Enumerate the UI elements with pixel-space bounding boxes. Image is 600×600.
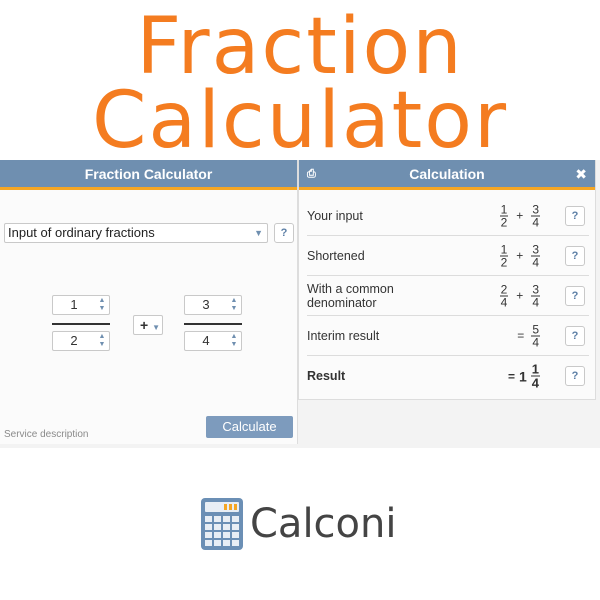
operator-value: +	[140, 317, 149, 333]
spinner-arrows-icon[interactable]: ▲ ▼	[97, 297, 107, 313]
result-row-interim: Interim result = 54 ?	[307, 316, 589, 356]
calculate-button[interactable]: Calculate	[206, 416, 293, 438]
denominator: 4	[500, 295, 508, 309]
brand-name: Calconi	[250, 501, 397, 547]
row-help-button[interactable]: ?	[565, 286, 585, 306]
denominator: 2	[500, 215, 508, 229]
operator: +	[516, 288, 524, 303]
denominator: 4	[532, 215, 539, 229]
row-value: = 54	[517, 323, 543, 348]
row-label: Shortened	[307, 248, 365, 263]
spinner-arrows-icon[interactable]: ▲ ▼	[229, 297, 239, 313]
result-row-shortened: Shortened 12 + 34 ?	[307, 236, 589, 276]
chevron-down-icon: ▼	[254, 228, 263, 238]
brand-logo: Calconi	[200, 497, 410, 553]
fraction: 54	[531, 323, 540, 348]
mode-select-row: Input of ordinary fractions ▼ ?	[4, 223, 294, 243]
mode-help-button[interactable]: ?	[274, 223, 294, 243]
row-label-line1: With a common	[307, 281, 394, 296]
fraction: 12	[499, 203, 509, 229]
operator-select[interactable]: + ▼	[133, 315, 163, 335]
fraction: 12	[499, 243, 509, 269]
fraction2-line	[184, 323, 242, 325]
fraction: 14	[530, 361, 540, 391]
fraction-input-panel: Fraction Calculator Input of ordinary fr…	[0, 160, 298, 444]
calculation-header: ⎙ Calculation ✖	[299, 160, 595, 190]
hero-title-line1: Fraction	[136, 2, 464, 92]
calculation-title: Calculation	[409, 166, 485, 182]
denominator: 2	[500, 255, 508, 269]
row-help-button[interactable]: ?	[565, 246, 585, 266]
denominator: 4	[531, 375, 539, 391]
close-icon[interactable]: ✖	[575, 160, 587, 188]
row-label: With a common denominator	[307, 282, 394, 310]
fraction1-denominator-value: 2	[70, 333, 78, 348]
denominator: 4	[532, 255, 539, 269]
mode-select[interactable]: Input of ordinary fractions ▼	[4, 223, 268, 243]
fraction1-denominator-input[interactable]: 2 ▲ ▼	[52, 331, 110, 351]
fraction1-numerator-input[interactable]: 1 ▲ ▼	[52, 295, 110, 315]
spinner-arrows-icon[interactable]: ▲ ▼	[97, 333, 107, 349]
calculator-icon	[201, 498, 243, 550]
whole-number: 1	[518, 368, 527, 384]
operator: +	[516, 208, 524, 223]
mode-select-value: Input of ordinary fractions	[8, 225, 155, 240]
row-label-line2: denominator	[307, 295, 377, 310]
fraction1-numerator-value: 1	[70, 297, 78, 312]
spinner-arrows-icon[interactable]: ▲ ▼	[229, 333, 239, 349]
equals-sign: =	[507, 369, 515, 383]
fraction2-denominator-input[interactable]: 4 ▲ ▼	[184, 331, 242, 351]
hero-title-line2: Calculator	[91, 76, 509, 166]
panel-title: Fraction Calculator	[0, 160, 297, 190]
result-row-common-denominator: With a common denominator 24 + 34 ?	[307, 276, 589, 316]
row-help-button[interactable]: ?	[565, 326, 585, 346]
calculator-screenshot: Fraction Calculator Input of ordinary fr…	[0, 160, 600, 448]
fraction: 24	[499, 283, 509, 309]
row-label: Your input	[307, 208, 363, 223]
fraction: 34	[531, 283, 540, 308]
equals-sign: =	[517, 328, 525, 343]
numerator: 1	[530, 361, 540, 377]
row-value: 24 + 34	[497, 283, 543, 308]
service-description-link[interactable]: Service description	[4, 429, 88, 440]
fraction1-line	[52, 323, 110, 325]
operator: +	[516, 248, 524, 263]
denominator: 4	[532, 295, 539, 309]
calculation-panel: ⎙ Calculation ✖ Your input 12 + 34 ? Sho…	[298, 160, 596, 400]
denominator: 4	[532, 335, 539, 349]
row-help-button[interactable]: ?	[565, 366, 585, 386]
row-value: = 1 14	[508, 363, 543, 390]
row-label: Result	[307, 369, 346, 383]
fraction2-denominator-value: 4	[202, 333, 210, 348]
fraction: 34	[531, 243, 540, 268]
row-label: Interim result	[307, 328, 380, 343]
chevron-down-icon: ▼	[152, 323, 160, 332]
row-value: 12 + 34	[497, 203, 543, 228]
result-row-your-input: Your input 12 + 34 ?	[307, 196, 589, 236]
fraction2-numerator-input[interactable]: 3 ▲ ▼	[184, 295, 242, 315]
fraction2-numerator-value: 3	[202, 297, 210, 312]
row-help-button[interactable]: ?	[565, 206, 585, 226]
print-icon[interactable]: ⎙	[307, 160, 316, 188]
row-value: 12 + 34	[497, 243, 543, 268]
result-row-final: Result = 1 14 ?	[307, 356, 589, 396]
fraction: 34	[531, 203, 540, 228]
